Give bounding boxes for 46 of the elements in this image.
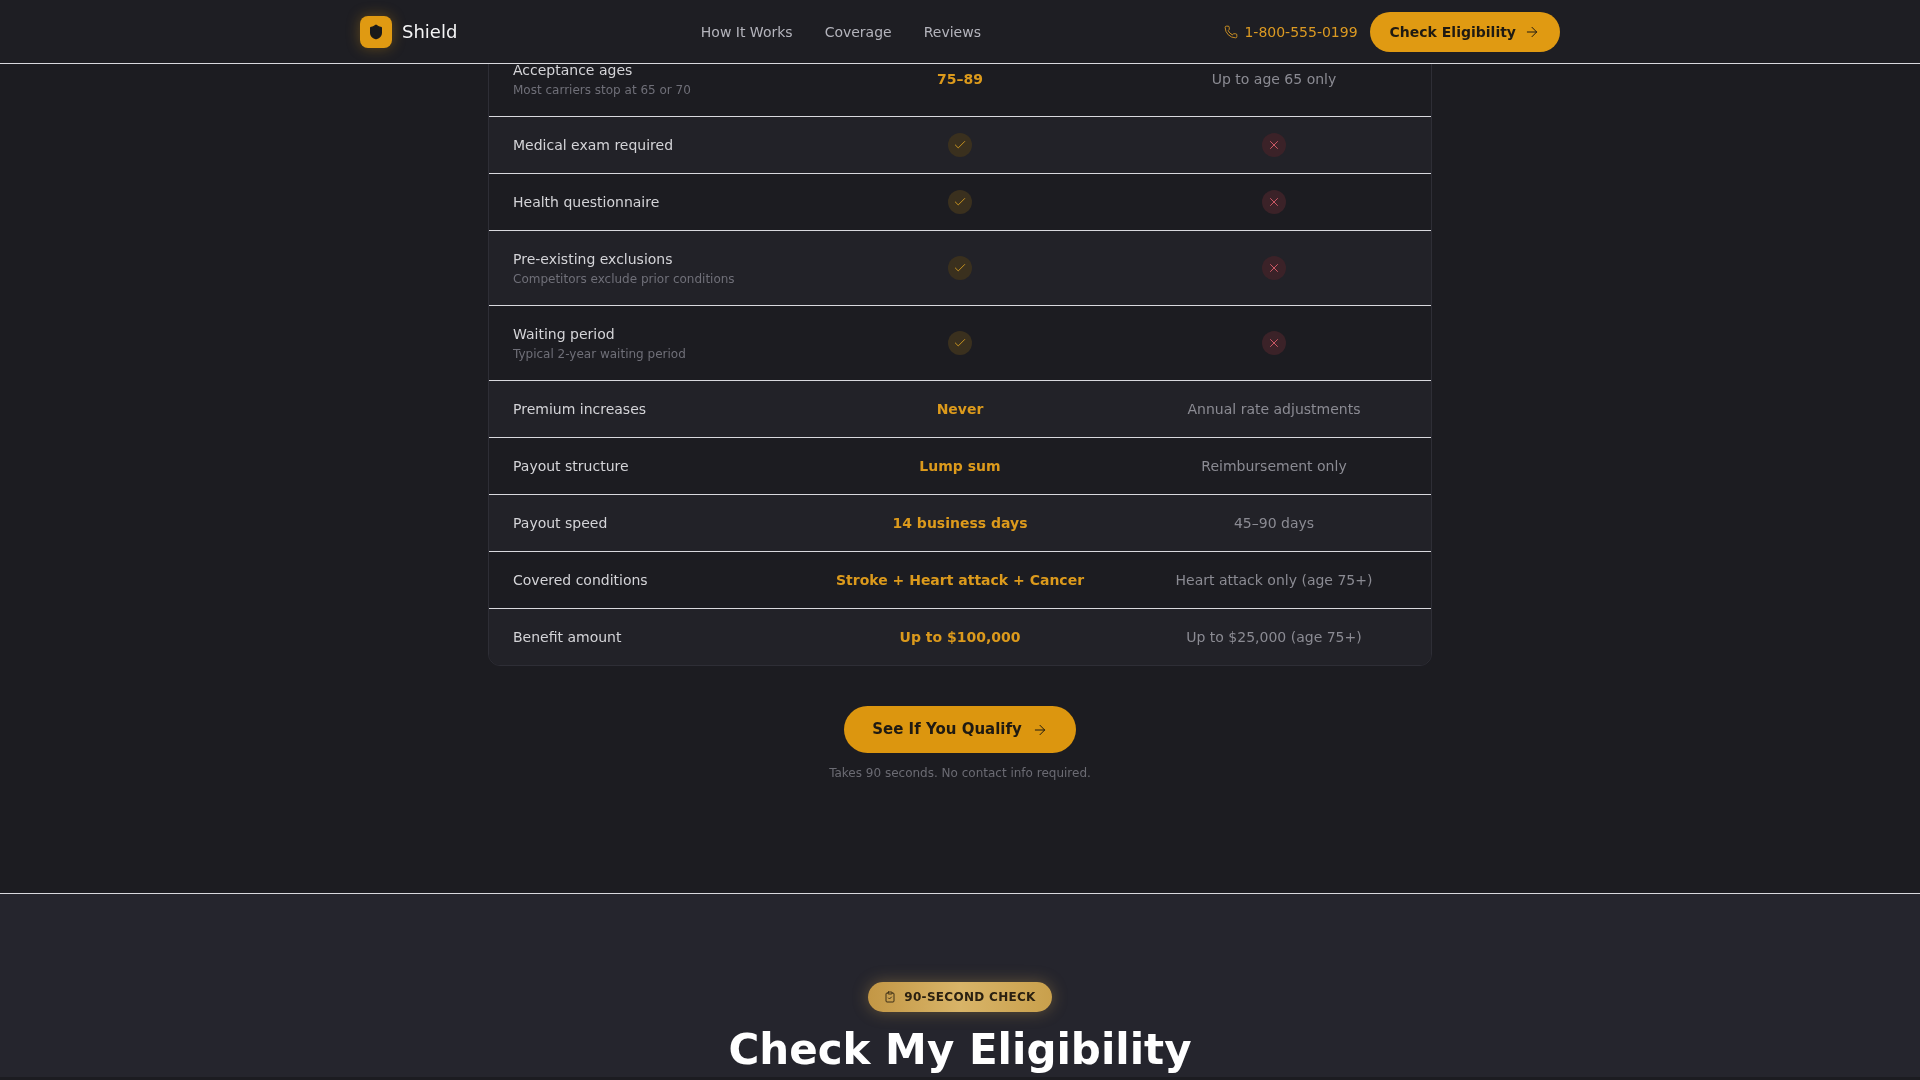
value-text: Stroke + Heart attack + Cancer <box>835 571 1085 590</box>
brand-name: Shield <box>402 19 458 44</box>
row-note: Typical 2-year waiting period <box>513 346 687 362</box>
row-label: Covered conditions <box>513 571 649 590</box>
row-note: Competitors exclude prior conditions <box>513 271 736 287</box>
value-text: Up to $100,000 <box>899 628 1021 647</box>
row-label: Payout structure <box>513 457 630 476</box>
section-heading: Check My Eligibility <box>728 1024 1192 1076</box>
row-label: Health questionnaire <box>513 193 661 212</box>
value-text: Reimbursement only <box>1201 457 1347 476</box>
value-text: Lump sum <box>919 457 1001 476</box>
check-icon <box>948 256 972 280</box>
x-mark-icon <box>1262 331 1286 355</box>
value-text: Heart attack only (age 75+) <box>1175 571 1373 590</box>
row-label: Acceptance ages <box>513 61 634 80</box>
check-eligibility-button[interactable]: Check Eligibility <box>1369 11 1560 52</box>
row-label: Waiting period <box>513 325 616 344</box>
shield-logo-icon[interactable] <box>360 15 392 48</box>
nav-link[interactable]: How It Works <box>700 21 793 42</box>
x-mark-icon <box>1262 256 1286 280</box>
value-text: 14 business days <box>892 514 1028 533</box>
x-mark-icon <box>1262 133 1286 157</box>
check-icon <box>948 331 972 355</box>
see-if-you-qualify-button[interactable]: See If You Qualify <box>844 706 1076 753</box>
row-label: Payout speed <box>513 514 609 533</box>
value-text: 75–89 <box>937 70 983 89</box>
phone-link[interactable]: 1-800-555-0199 <box>1224 21 1358 42</box>
value-text: Annual rate adjustments <box>1187 400 1361 419</box>
cta-note: Takes 90 seconds. No contact info required. <box>829 765 1091 781</box>
phone-icon <box>1224 24 1239 39</box>
row-label: Pre-existing exclusions <box>513 250 674 269</box>
row-label: Benefit amount <box>513 628 623 647</box>
row-label: Premium increases <box>513 400 648 419</box>
value-text: Up to $25,000 (age 75+) <box>1186 628 1362 647</box>
value-text: Never <box>936 400 984 419</box>
value-text: Up to age 65 only <box>1211 70 1337 89</box>
check-icon <box>948 133 972 157</box>
x-mark-icon <box>1262 190 1286 214</box>
clipboard-icon <box>884 991 897 1003</box>
check-icon <box>948 190 972 214</box>
row-label: Medical exam required <box>513 136 675 155</box>
section-badge: 90-SECOND CHECK <box>868 982 1052 1012</box>
nav-link[interactable]: Reviews <box>923 21 981 42</box>
value-text: 45–90 days <box>1233 514 1315 533</box>
row-note: Most carriers stop at 65 or 70 <box>513 82 692 98</box>
nav-link[interactable]: Coverage <box>824 21 892 42</box>
